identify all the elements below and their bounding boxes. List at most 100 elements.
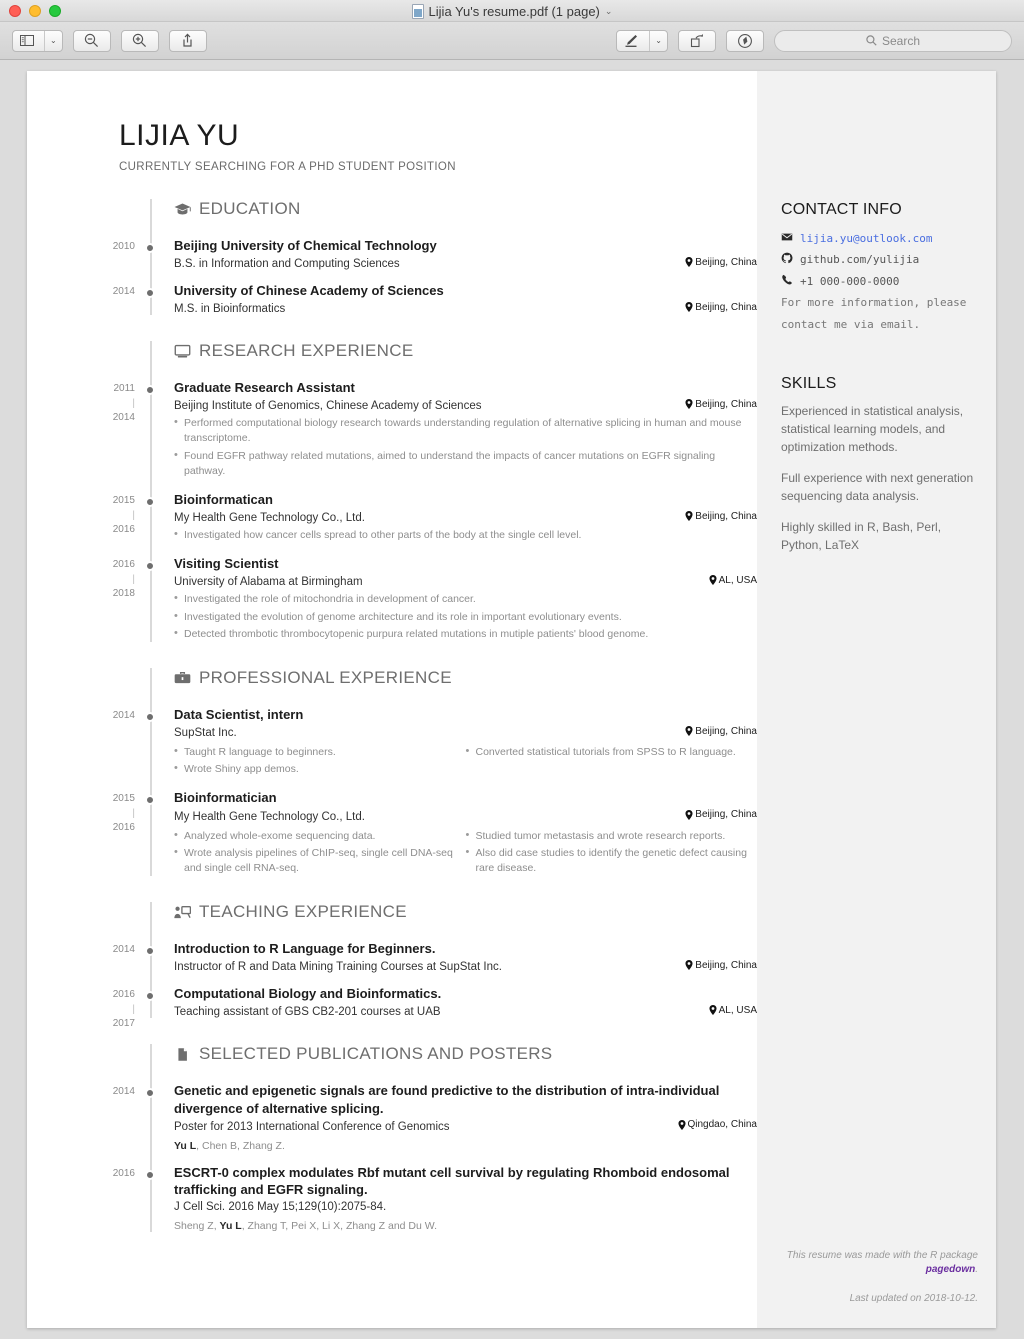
entry-meta-row: Teaching assistant of GBS CB2-201 course… — [174, 1005, 757, 1019]
footer-credit-pre: This resume was made with the R package — [786, 1249, 978, 1261]
entry-title-row: Introduction to R Language for Beginners… — [174, 940, 757, 958]
publication-authors: Yu L, Chen B, Zhang Z. — [174, 1139, 285, 1152]
zoom-in-button[interactable] — [120, 29, 159, 52]
bullet-list: Performed computational biology research… — [174, 415, 757, 479]
annotate-button[interactable] — [726, 29, 764, 52]
zoom-out-button[interactable] — [72, 29, 111, 52]
entry-years: 2016 | 2018 — [112, 559, 135, 600]
entry-meta-row: Instructor of R and Data Mining Training… — [174, 960, 757, 974]
entry-years: 2015 | 2016 — [112, 495, 135, 536]
pagedown-link[interactable]: pagedown — [926, 1264, 975, 1275]
entry-org: My Health Gene Technology Co., Ltd. — [174, 810, 365, 823]
contact-github-row[interactable]: github.com/yulijia — [781, 249, 978, 270]
markup-dropdown-toggle[interactable]: ⌄ — [649, 30, 667, 51]
entry-years: 2010 — [112, 241, 135, 252]
entry-location: Beijing, China — [685, 399, 757, 410]
zoom-in-icon — [133, 33, 147, 48]
bullet-list: Taught R language to beginners.Wrote Shi… — [174, 743, 757, 777]
section-selected-publications: SELECTED PUBLICATIONS AND POSTERS 2014 Gen… — [27, 1044, 757, 1232]
entry-meta-row: J Cell Sci. 2016 May 15;129(10):2075-84. — [174, 1201, 757, 1213]
section-title: TEACHING EXPERIENCE — [199, 902, 407, 922]
entry-org: B.S. in Information and Computing Scienc… — [174, 258, 400, 271]
map-pin-icon — [709, 575, 717, 586]
timeline-dot — [145, 946, 155, 957]
skill-paragraph: Full experience with next generation seq… — [781, 471, 974, 504]
document-title: Lijia Yu's resume.pdf (1 page) ⌄ — [0, 0, 1024, 22]
entry-title-row: Graduate Research Assistant — [174, 379, 757, 397]
entry-years: 2016 | 2017 — [112, 989, 135, 1030]
section-heading-education: EDUCATION — [174, 199, 757, 225]
entry-org: Poster for 2013 International Conference… — [174, 1120, 450, 1133]
entry-org: University of Alabama at Birmingham — [174, 576, 363, 589]
section-heading-teaching-experience: TEACHING EXPERIENCE — [174, 902, 757, 928]
phone-icon — [782, 274, 792, 285]
entry-title: Genetic and epigenetic signals are found… — [174, 1083, 720, 1116]
entry-title-row: Computational Biology and Bioinformatics… — [174, 985, 757, 1003]
sidebar-dropdown-toggle[interactable]: ⌄ — [44, 30, 62, 51]
bullet-item: Detected thrombotic thrombocytopenic pur… — [174, 626, 757, 642]
entry-location: Beijing, China — [685, 726, 757, 737]
markup-pen-icon — [625, 35, 638, 47]
map-pin-icon — [685, 809, 693, 820]
title-chevron-down-icon[interactable]: ⌄ — [605, 6, 613, 17]
bullet-item: Investigated the role of mitochondria in… — [174, 591, 757, 607]
entry-org: M.S. in Bioinformatics — [174, 303, 286, 316]
markup-tools-button[interactable]: ⌄ — [616, 29, 668, 52]
entry-title: Introduction to R Language for Beginners… — [174, 941, 436, 957]
timeline-dot — [145, 991, 155, 1002]
contact-note: For more information, please contact me … — [781, 296, 967, 331]
map-pin-icon — [677, 1119, 686, 1130]
skill-paragraph: Highly skilled in R, Bash, Perl, Python,… — [781, 520, 942, 553]
bullet-column-left: Performed computational biology research… — [174, 415, 757, 479]
search-input[interactable]: Search — [774, 29, 1012, 52]
author-highlight: Yu L — [174, 1139, 197, 1152]
entry-title-row: Beijing University of Chemical Technolog… — [174, 237, 757, 255]
email-link[interactable]: lijia.yu@outlook.com — [800, 228, 932, 249]
entry-title: Computational Biology and Bioinformatics… — [174, 986, 442, 1002]
phone-text: +1 000-000-0000 — [800, 274, 900, 288]
contact-email-row[interactable]: lijia.yu@outlook.com — [781, 228, 978, 249]
sidebar-icon[interactable] — [13, 31, 41, 51]
rotate-button[interactable] — [678, 29, 716, 52]
entry-title-row: Data Scientist, intern — [174, 706, 757, 724]
timeline-entry: 2014 University of Chinese Academy of Sci… — [27, 282, 757, 315]
bullet-item: Wrote Shiny app demos. — [174, 761, 466, 777]
timeline-entry: 2010 Beijing University of Chemical Techn… — [27, 237, 757, 270]
entry-meta-row: My Health Gene Technology Co., Ltd. Beiji… — [174, 511, 757, 525]
entry-title: University of Chinese Academy of Science… — [174, 283, 444, 299]
bullet-item: Studied tumor metastasis and wrote resea… — [466, 828, 758, 844]
entry-location: Beijing, China — [685, 302, 757, 313]
entry-location-text: Qingdao, China — [687, 1119, 758, 1131]
section-title: RESEARCH EXPERIENCE — [199, 341, 414, 361]
author-highlight: Yu L — [219, 1219, 242, 1232]
entry-org: Beijing Institute of Genomics, Chinese A… — [174, 400, 482, 413]
timeline-entry: 2016 | 2017 Computational Biology and Bioin… — [27, 985, 757, 1029]
timeline-dot — [145, 561, 155, 572]
bullet-item: Investigated how cancer cells spread to … — [174, 527, 757, 543]
footer-credit: This resume was made with the R package … — [757, 1249, 978, 1278]
resume-tagline: CURRENTLY SEARCHING FOR A PHD STUDENT PO… — [119, 161, 456, 173]
section-title: SELECTED PUBLICATIONS AND POSTERS — [199, 1044, 553, 1064]
entry-years: 2011 | 2014 — [112, 383, 135, 424]
entry-location-text: Beijing, China — [695, 398, 757, 410]
entry-title: Data Scientist, intern — [174, 706, 304, 722]
timeline-entry: 2016 ESCRT-0 complex modulates Rbf mutant… — [27, 1164, 757, 1232]
timeline-dot — [145, 497, 155, 508]
entry-meta-row: Beijing Institute of Genomics, Chinese A… — [174, 399, 757, 413]
bullet-item: Also did case studies to identify the ge… — [466, 845, 758, 876]
entry-location-text: Beijing, China — [695, 959, 757, 971]
share-button[interactable] — [168, 29, 207, 52]
timeline-dot — [145, 1169, 155, 1180]
resume-page: LIJIA YU CURRENTLY SEARCHING FOR A PHD S… — [27, 71, 996, 1328]
entry-location: Beijing, China — [685, 511, 757, 522]
resume-sidebar: CONTACT INFO lijia.yu@outlook.com github… — [757, 71, 996, 1328]
sidebar-view-button[interactable]: ⌄ — [12, 29, 63, 52]
skills-block: SKILLS Experienced in statistical analys… — [781, 375, 978, 554]
section-heading-professional-experience: PROFESSIONAL EXPERIENCE — [174, 668, 757, 694]
markup-pen-icon-wrap[interactable] — [617, 31, 646, 51]
bullet-item: Converted statistical tutorials from SPS… — [466, 744, 758, 760]
entry-title: Bioinformatican — [174, 492, 273, 508]
timeline-dot — [145, 385, 155, 396]
bullet-column-left: Analyzed whole-exome sequencing data.Wro… — [174, 827, 466, 877]
entry-title-row: ESCRT-0 complex modulates Rbf mutant cel… — [174, 1164, 757, 1199]
